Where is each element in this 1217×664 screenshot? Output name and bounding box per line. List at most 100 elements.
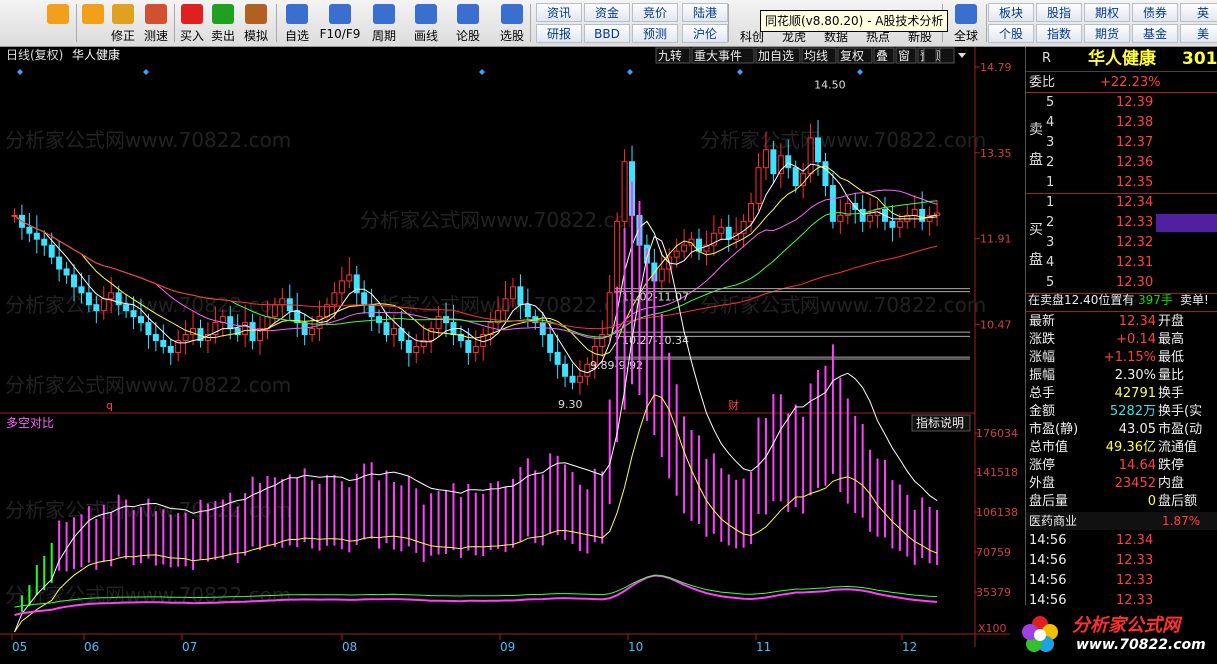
stat-label: 涨跌 — [1029, 332, 1056, 347]
sell-price: 12.39 — [1116, 95, 1154, 110]
toolbar-speed-button[interactable]: 测速 — [140, 0, 172, 46]
candle-body — [33, 232, 40, 240]
chart-tool-button[interactable]: 叠 — [876, 49, 888, 63]
buy-row[interactable]: 3 12.32 — [1026, 234, 1217, 252]
toolbar-globe-button[interactable]: 全球 — [946, 0, 986, 46]
buy-row[interactable]: 4 12.31 — [1026, 254, 1217, 272]
toolbar-top-button[interactable]: 资金 — [584, 3, 630, 22]
buy-price: 12.33 — [1116, 215, 1154, 230]
toolbar-revise-label: 修正 — [110, 29, 135, 43]
toolbar-bottom-button[interactable]: 预测 — [632, 24, 678, 43]
sell-row[interactable]: 2 12.36 — [1026, 154, 1217, 172]
candle-body — [108, 292, 115, 300]
chart-tool-button[interactable]: 窗 — [898, 49, 910, 63]
chart-tool-button[interactable]: 均线 — [804, 49, 828, 63]
stat-label: 金额 — [1029, 404, 1056, 419]
toolbar-bottom-button[interactable]: 个股 — [988, 24, 1034, 43]
toolbar-sim-button[interactable]: 模拟 — [240, 0, 272, 46]
sell-row[interactable]: 3 12.37 — [1026, 134, 1217, 152]
indicator-tick-label: 35379 — [976, 586, 1011, 599]
sector-row[interactable]: 医药商业 1.87% — [1026, 512, 1217, 530]
chart-tool-button[interactable]: 九转 — [658, 48, 682, 63]
toolbar-back-button[interactable] — [42, 0, 74, 46]
stat-label: 最新 — [1029, 314, 1056, 329]
toolbar-top-button[interactable]: 板块 — [988, 3, 1034, 22]
candle-body — [547, 334, 554, 353]
buy-level: 2 — [1046, 215, 1055, 230]
toolbar-speed-label: 测速 — [143, 29, 168, 43]
kline-chart-svg[interactable]: 日线(复权)华人健康九转重大事件加自选均线复权叠窗预测分析家公式网www.708… — [0, 47, 1025, 661]
stat-row: 市盈(静) 43.05 市盈(动 — [1026, 421, 1217, 439]
chart-tool-button[interactable]: 复权 — [840, 49, 864, 63]
candle-body — [413, 345, 420, 353]
price-tick-label: 11.91 — [980, 233, 1012, 246]
code-tag: R — [1042, 51, 1052, 66]
candle-body — [390, 328, 397, 336]
toolbar-buy-button[interactable]: 买入 — [178, 0, 206, 46]
toolbar-top-button[interactable]: 竞价 — [632, 3, 678, 22]
candle-body — [271, 304, 278, 318]
candle-body — [167, 345, 174, 353]
buy-row[interactable]: 1 12.34 — [1026, 194, 1217, 212]
stat-label-2: 流通值 — [1158, 440, 1198, 455]
chart-area[interactable]: 日线(复权)华人健康九转重大事件加自选均线复权叠窗预测分析家公式网www.708… — [0, 47, 1025, 661]
toolbar-top-button[interactable]: 英 — [1180, 3, 1217, 22]
indicator-tick-label: 176034 — [976, 427, 1018, 440]
chart-tool-button[interactable]: 重大事件 — [694, 49, 742, 63]
indicator-unit-label: X100 — [978, 622, 1007, 635]
sell-row[interactable]: 1 12.35 — [1026, 174, 1217, 192]
toolbar-revise-button[interactable]: 修正 — [108, 0, 138, 46]
sell-row[interactable]: 4 12.38 — [1026, 114, 1217, 132]
indicator-name: 多空对比 — [6, 416, 54, 430]
toolbar-bottom-button[interactable]: 美 — [1180, 24, 1217, 43]
candle-body — [792, 167, 799, 187]
expand-icon[interactable] — [939, 47, 955, 64]
stats-divider-top — [1026, 311, 1217, 312]
toolbar-sell-label: 卖出 — [210, 29, 235, 43]
chart-tool-button[interactable]: 加自选 — [758, 49, 794, 63]
toolbar-top-button[interactable]: 期权 — [1084, 3, 1130, 22]
toolbar-top-button[interactable]: 资讯 — [536, 3, 582, 22]
toolbar-updown-button[interactable] — [80, 0, 106, 46]
toolbar-forum-button[interactable]: 论股 — [452, 0, 484, 46]
toolbar-bottom-button[interactable]: 沪伦 — [682, 24, 728, 43]
toolbar-bottom-button[interactable]: 指数 — [1036, 24, 1082, 43]
candle-body — [718, 226, 725, 234]
candle-body — [919, 208, 926, 222]
time-tick-label: 11 — [756, 640, 771, 654]
stat-row: 总市值 49.36亿 流通值 — [1026, 439, 1217, 457]
toolbar-bottom-button[interactable]: 研报 — [536, 24, 582, 43]
site-logo: 分析家公式网 www.70822.com — [1010, 605, 1217, 661]
main-toolbar: 修正 测速 买入 卖出 模拟 自选 F10/F9 周期 画线 论股 选股 全球 资讯 资金 竞价 陆港 板块 股指… — [0, 0, 1217, 47]
toolbar-fav-button[interactable]: 自选 — [280, 0, 314, 46]
toolbar-bottom-button[interactable]: BBD — [584, 24, 630, 43]
candle-body — [785, 155, 792, 169]
tick-time: 14:56 — [1029, 573, 1067, 588]
toolbar-sell-button[interactable]: 卖出 — [208, 0, 238, 46]
candle-body — [502, 298, 509, 312]
time-tick-label: 05 — [12, 640, 27, 654]
toolbar-bottom-button[interactable]: 基金 — [1132, 24, 1178, 43]
indicator-explain-label[interactable]: 指标说明 — [916, 415, 964, 430]
watermark-text: 分析家公式网www.70822.com — [5, 293, 291, 317]
buy-price: 12.31 — [1116, 255, 1154, 270]
toolbar-period-button[interactable]: 周期 — [366, 0, 402, 46]
buy-row[interactable]: 5 12.30 — [1026, 274, 1217, 292]
candle-body — [539, 322, 546, 336]
toolbar-draw-button[interactable]: 画线 — [406, 0, 446, 46]
toolbar-separator — [276, 4, 277, 42]
candle-body — [301, 322, 308, 336]
toolbar-top-button[interactable]: 股指 — [1036, 3, 1082, 22]
toolbar-f10-button[interactable]: F10/F9 — [318, 0, 362, 46]
stat-row: 外盘 23452 内盘 — [1026, 475, 1217, 493]
lock-icon[interactable] — [923, 47, 937, 64]
toolbar-top-button[interactable]: 债券 — [1132, 3, 1178, 22]
candle-body — [71, 274, 78, 288]
sell-row[interactable]: 5 12.39 — [1026, 94, 1217, 112]
candle-body — [621, 161, 628, 222]
stat-row: 涨跌 +0.14 最高 — [1026, 331, 1217, 349]
toolbar-bottom-button[interactable]: 期货 — [1084, 24, 1130, 43]
toolbar-top-button[interactable]: 陆港 — [682, 3, 728, 22]
toolbar-draw-label: 画线 — [413, 29, 438, 43]
toolbar-pick-button[interactable]: 选股 — [494, 0, 530, 46]
